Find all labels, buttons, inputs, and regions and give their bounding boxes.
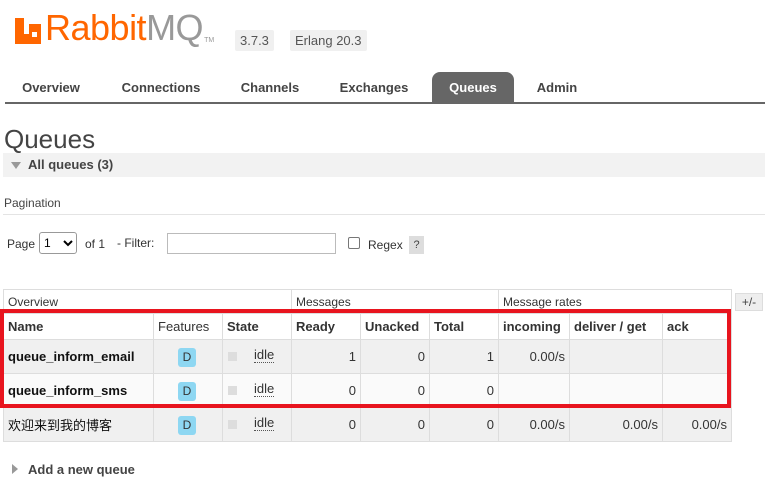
col-header-unacked[interactable]: Unacked (360, 313, 430, 340)
state-text: idle (254, 347, 275, 363)
ready-value: 1 (291, 339, 361, 374)
filter-input[interactable] (167, 233, 336, 254)
tab-connections[interactable]: Connections (105, 72, 217, 102)
deliver-get-rate (569, 373, 663, 408)
durable-badge: D (178, 416, 196, 435)
collapse-triangle-icon (11, 162, 21, 169)
state-idle-icon (228, 352, 237, 361)
unacked-value: 0 (360, 373, 430, 408)
page-select[interactable]: 1 (39, 232, 77, 254)
column-toggle-button[interactable]: +/- (735, 293, 763, 311)
ready-value: 0 (291, 407, 361, 442)
col-header-ready[interactable]: Ready (291, 313, 361, 340)
unacked-value: 0 (360, 407, 430, 442)
logo-rabbit-text: Rabbit (45, 7, 147, 48)
logo-mq-text: MQ (146, 7, 204, 48)
col-header-ack[interactable]: ack (662, 313, 732, 340)
page-label: Page (7, 237, 36, 251)
incoming-rate: 0.00/s (498, 407, 570, 442)
table-row[interactable]: queue_inform_email D idle 1 0 1 0.00/s (3, 339, 732, 374)
all-queues-section-toggle[interactable]: All queues (3) (3, 153, 765, 177)
col-header-features: Features (153, 313, 223, 340)
section-title: All queues (3) (28, 157, 114, 172)
col-header-deliver-get[interactable]: deliver / get (569, 313, 663, 340)
ack-rate: 0.00/s (662, 407, 732, 442)
page-count-label: of 1 (85, 237, 106, 251)
table-group-header-row: Overview Messages Message rates (3, 289, 732, 314)
filter-label: - Filter: (117, 236, 155, 250)
features-cell: D (153, 407, 223, 442)
tab-queues[interactable]: Queues (432, 72, 514, 102)
help-button[interactable]: ? (409, 236, 424, 254)
col-header-incoming[interactable]: incoming (498, 313, 570, 340)
group-header-overview: Overview (3, 289, 292, 314)
header: RabbitMQ TM 3.7.3 Erlang 20.3 (0, 0, 765, 60)
add-queue-label: Add a new queue (28, 462, 135, 477)
unacked-value: 0 (360, 339, 430, 374)
tab-exchanges[interactable]: Exchanges (323, 72, 425, 102)
deliver-get-rate (569, 339, 663, 374)
rabbitmq-logo[interactable]: RabbitMQ TM (13, 10, 214, 46)
logo-wordmark: RabbitMQ (45, 7, 204, 48)
queue-name-link[interactable]: queue_inform_email (3, 339, 154, 374)
col-header-name[interactable]: Name (3, 313, 154, 340)
state-idle-icon (228, 420, 237, 429)
pagination-heading: Pagination (4, 196, 61, 210)
durable-badge: D (178, 348, 196, 367)
ready-value: 0 (291, 373, 361, 408)
incoming-rate (498, 373, 570, 408)
tab-channels[interactable]: Channels (225, 72, 315, 102)
state-cell: idle (222, 373, 292, 408)
group-header-messages: Messages (291, 289, 499, 314)
trademark-mark: TM (204, 37, 215, 44)
tab-overview[interactable]: Overview (5, 72, 97, 102)
rabbitmq-logo-icon (13, 10, 43, 46)
tab-admin[interactable]: Admin (520, 72, 594, 102)
col-header-state[interactable]: State (222, 313, 292, 340)
ack-rate (662, 373, 732, 408)
ack-rate (662, 339, 732, 374)
state-text: idle (254, 415, 275, 431)
group-header-message-rates: Message rates (498, 289, 732, 314)
page-title: Queues (4, 124, 96, 154)
queues-table: Overview Messages Message rates Name Fea… (3, 289, 732, 442)
regex-checkbox[interactable] (348, 237, 360, 249)
main-nav-tabs: Overview Connections Channels Exchanges … (5, 72, 765, 104)
features-cell: D (153, 373, 223, 408)
incoming-rate: 0.00/s (498, 339, 570, 374)
queue-name-link[interactable]: queue_inform_sms (3, 373, 154, 408)
version-badge: 3.7.3 (235, 30, 274, 51)
total-value: 0 (429, 407, 499, 442)
total-value: 1 (429, 339, 499, 374)
add-queue-section-toggle[interactable]: Add a new queue (12, 462, 135, 477)
total-value: 0 (429, 373, 499, 408)
regex-label: Regex (368, 238, 403, 252)
state-cell: idle (222, 339, 292, 374)
col-header-total[interactable]: Total (429, 313, 499, 340)
state-cell: idle (222, 407, 292, 442)
table-header-row: Name Features State Ready Unacked Total … (3, 313, 732, 340)
state-idle-icon (228, 386, 237, 395)
table-row[interactable]: 欢迎来到我的博客 D idle 0 0 0 0.00/s 0.00/s 0.00… (3, 407, 732, 442)
state-text: idle (254, 381, 275, 397)
erlang-version-badge: Erlang 20.3 (290, 30, 367, 51)
expand-triangle-icon (12, 464, 18, 474)
durable-badge: D (178, 382, 196, 401)
table-row[interactable]: queue_inform_sms D idle 0 0 0 (3, 373, 732, 408)
features-cell: D (153, 339, 223, 374)
divider (3, 214, 765, 215)
deliver-get-rate: 0.00/s (569, 407, 663, 442)
queue-name-link[interactable]: 欢迎来到我的博客 (3, 407, 154, 442)
